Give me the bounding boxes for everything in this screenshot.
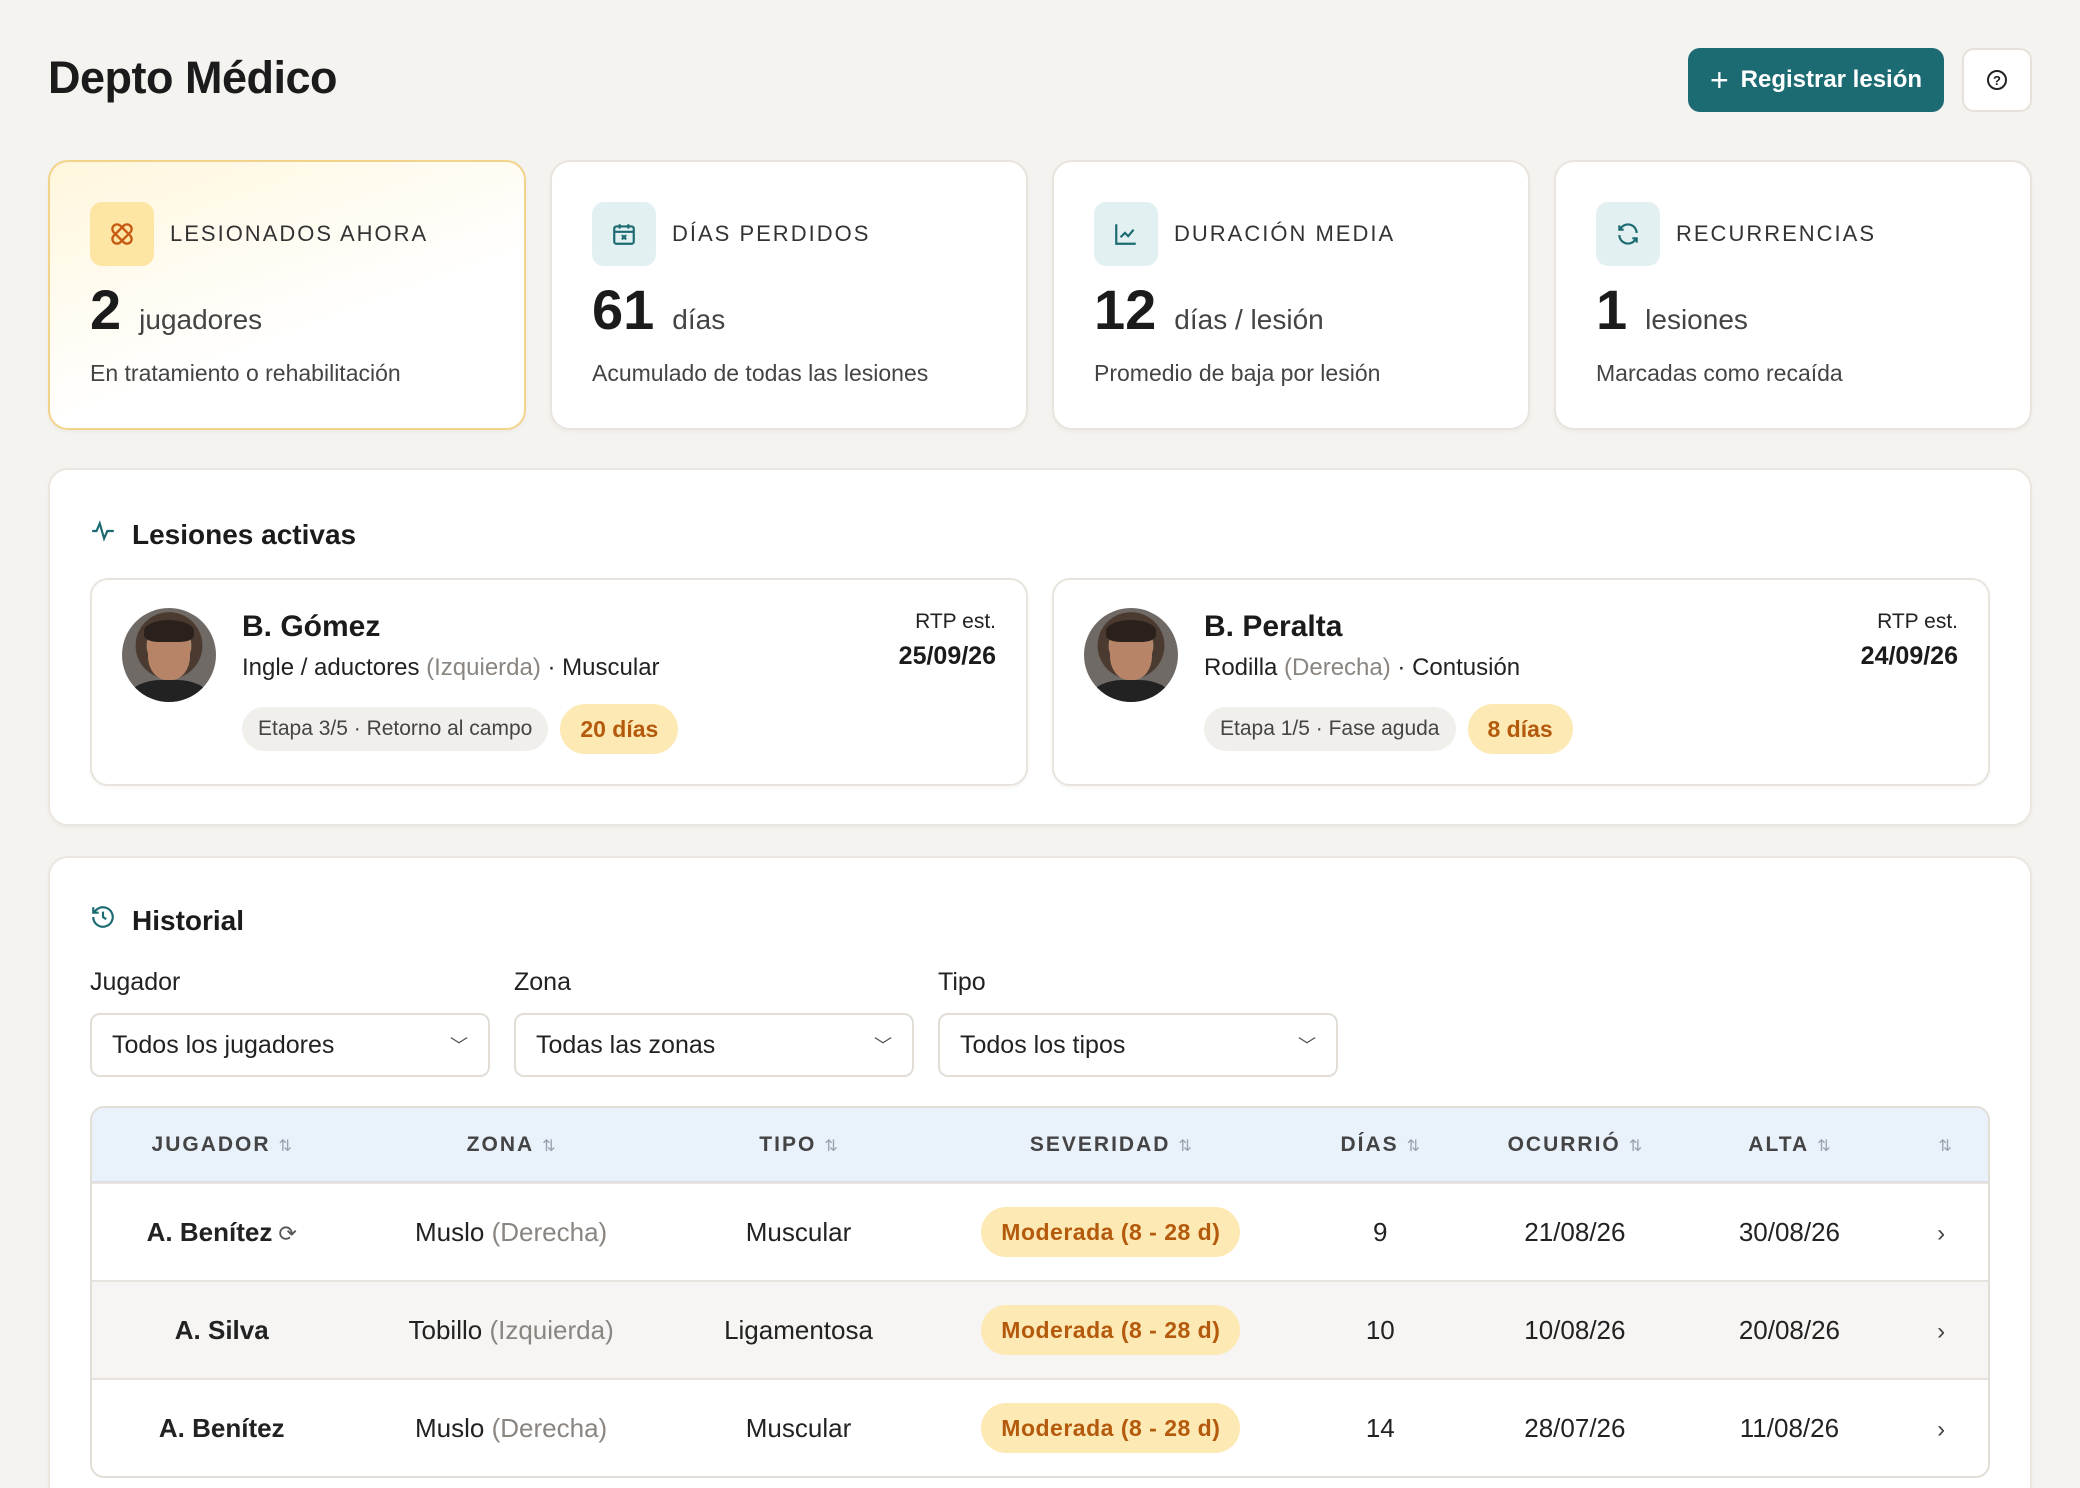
stat-label: RECURRENCIAS (1676, 221, 1877, 246)
stat-label: DÍAS PERDIDOS (672, 221, 871, 246)
stat-subtitle: Marcadas como recaída (1596, 360, 1843, 386)
type-select[interactable]: Todos los tipos ﹀ (938, 1013, 1338, 1077)
filter-player: Jugador Todos los jugadores ﹀ (90, 968, 490, 1077)
stat-label: DURACIÓN MEDIA (1174, 221, 1396, 246)
history-icon (90, 904, 116, 937)
severity-badge: Moderada (8 - 28 d) (981, 1305, 1241, 1355)
page-title: Depto Médico (48, 52, 338, 103)
table-row[interactable]: A. Silva Tobillo (Izquierda) Ligamentosa… (92, 1280, 1988, 1378)
avatar (122, 608, 216, 702)
col-header-zone[interactable]: ZONA ⇅ (351, 1133, 670, 1157)
pulse-icon (90, 518, 116, 551)
sort-icon: ⇅ (1817, 1137, 1831, 1155)
col-header-occurred[interactable]: OCURRIÓ ⇅ (1465, 1133, 1685, 1157)
col-header-player[interactable]: JUGADOR ⇅ (92, 1133, 351, 1157)
severity-badge: Moderada (8 - 28 d) (981, 1403, 1241, 1453)
col-header-type[interactable]: TIPO ⇅ (671, 1133, 926, 1157)
chevron-down-icon: ﹀ (450, 1036, 468, 1056)
stat-subtitle: Promedio de baja por lesión (1094, 360, 1381, 386)
table-row[interactable]: A. Benítez ⟳ Muslo (Derecha) Muscular Mod… (92, 1182, 1988, 1280)
rtp-estimate: RTP est. 24/09/26 (1860, 610, 1958, 670)
bandage-icon (90, 202, 154, 266)
player-name: B. Peralta (1204, 610, 1343, 643)
sort-icon: ⇅ (1628, 1137, 1643, 1155)
active-injury-card[interactable]: B. Gómez Ingle / aductores (Izquierda) ·… (90, 578, 1028, 786)
refresh-icon (1596, 202, 1660, 266)
table-row[interactable]: A. Benítez Muslo (Derecha) Muscular Mode… (92, 1378, 1988, 1476)
sort-icon: ⇅ (1178, 1137, 1192, 1155)
stats-row: LESIONADOS AHORA 2 jugadores En tratamie… (48, 160, 2032, 430)
col-header-days[interactable]: DÍAS ⇅ (1295, 1133, 1465, 1157)
chevron-right-icon: › (1937, 1415, 1946, 1443)
help-icon: ? (1987, 70, 2007, 90)
register-injury-label: Registrar lesión (1740, 66, 1923, 93)
stat-card-days-lost: DÍAS PERDIDOS 61 días Acumulado de todas… (550, 160, 1028, 430)
stat-label: LESIONADOS AHORA (170, 221, 429, 246)
stat-card-avg-duration: DURACIÓN MEDIA 12 días / lesión Promedio… (1052, 160, 1530, 430)
active-injury-card[interactable]: B. Peralta Rodilla (Derecha) · Contusión… (1052, 578, 1990, 786)
injury-description: Ingle / aductores (Izquierda) · Muscular (242, 654, 660, 681)
col-header-discharge[interactable]: ALTA ⇅ (1685, 1133, 1895, 1157)
active-injuries-title: Lesiones activas (90, 518, 356, 551)
table-header: JUGADOR ⇅ ZONA ⇅ TIPO ⇅ SEVERIDAD ⇅ DÍAS ⇅ OC… (92, 1108, 1988, 1182)
stat-subtitle: Acumulado de todas las lesiones (592, 360, 929, 386)
stat-value: 2 (90, 278, 122, 341)
chevron-right-icon: › (1937, 1219, 1946, 1247)
help-button[interactable]: ? (1962, 48, 2032, 112)
history-table: JUGADOR ⇅ ZONA ⇅ TIPO ⇅ SEVERIDAD ⇅ DÍAS ⇅ OC… (90, 1106, 1990, 1478)
register-injury-button[interactable]: + Registrar lesión (1688, 48, 1944, 112)
player-select[interactable]: Todos los jugadores ﹀ (90, 1013, 490, 1077)
col-header-actions[interactable]: ⇅ (1894, 1133, 1988, 1157)
sort-icon: ⇅ (542, 1137, 556, 1155)
sort-icon: ⇅ (278, 1137, 292, 1155)
header: Depto Médico + Registrar lesión ? (48, 40, 2032, 120)
avatar (1084, 608, 1178, 702)
injury-description: Rodilla (Derecha) · Contusión (1204, 654, 1521, 681)
history-panel: Historial Jugador Todos los jugadores ﹀ … (48, 856, 2032, 1488)
severity-badge: Moderada (8 - 28 d) (981, 1207, 1241, 1257)
sort-icon: ⇅ (1406, 1137, 1421, 1155)
stat-unit: jugadores (139, 304, 263, 335)
col-header-severity[interactable]: SEVERIDAD ⇅ (926, 1133, 1295, 1157)
zone-select[interactable]: Todas las zonas ﹀ (514, 1013, 914, 1077)
chevron-down-icon: ﹀ (874, 1036, 892, 1056)
stat-value: 61 (592, 278, 655, 341)
trend-chart-icon (1094, 202, 1158, 266)
stat-unit: días / lesión (1174, 304, 1324, 335)
stage-badge: Etapa 1/5 · Fase aguda (1204, 707, 1456, 751)
recurrence-icon: ⟳ (278, 1220, 297, 1246)
stat-subtitle: En tratamiento o rehabilitación (90, 360, 401, 386)
stat-card-recurrences: RECURRENCIAS 1 lesiones Marcadas como re… (1554, 160, 2032, 430)
stat-unit: lesiones (1645, 304, 1748, 335)
days-badge: 20 días (560, 704, 679, 754)
stat-value: 12 (1094, 278, 1157, 341)
sort-icon: ⇅ (824, 1137, 838, 1155)
chevron-down-icon: ﹀ (1298, 1036, 1316, 1056)
stat-unit: días (672, 304, 726, 335)
player-name: B. Gómez (242, 610, 381, 643)
sort-icon: ⇅ (1938, 1137, 1952, 1155)
stat-value: 1 (1596, 278, 1628, 341)
active-injuries-panel: Lesiones activas B. Gómez Ingle / aducto… (48, 468, 2032, 826)
filter-zone: Zona Todas las zonas ﹀ (514, 968, 914, 1077)
plus-icon: + (1709, 62, 1729, 98)
filter-type: Tipo Todos los tipos ﹀ (938, 968, 1338, 1077)
calendar-x-icon (592, 202, 656, 266)
history-title: Historial (90, 904, 244, 937)
page: Depto Médico + Registrar lesión ? LESION… (0, 0, 2080, 1488)
stat-card-injured-now: LESIONADOS AHORA 2 jugadores En tratamie… (48, 160, 526, 430)
days-badge: 8 días (1467, 704, 1573, 754)
chevron-right-icon: › (1937, 1317, 1946, 1345)
rtp-estimate: RTP est. 25/09/26 (898, 610, 996, 670)
stage-badge: Etapa 3/5 · Retorno al campo (242, 707, 549, 751)
